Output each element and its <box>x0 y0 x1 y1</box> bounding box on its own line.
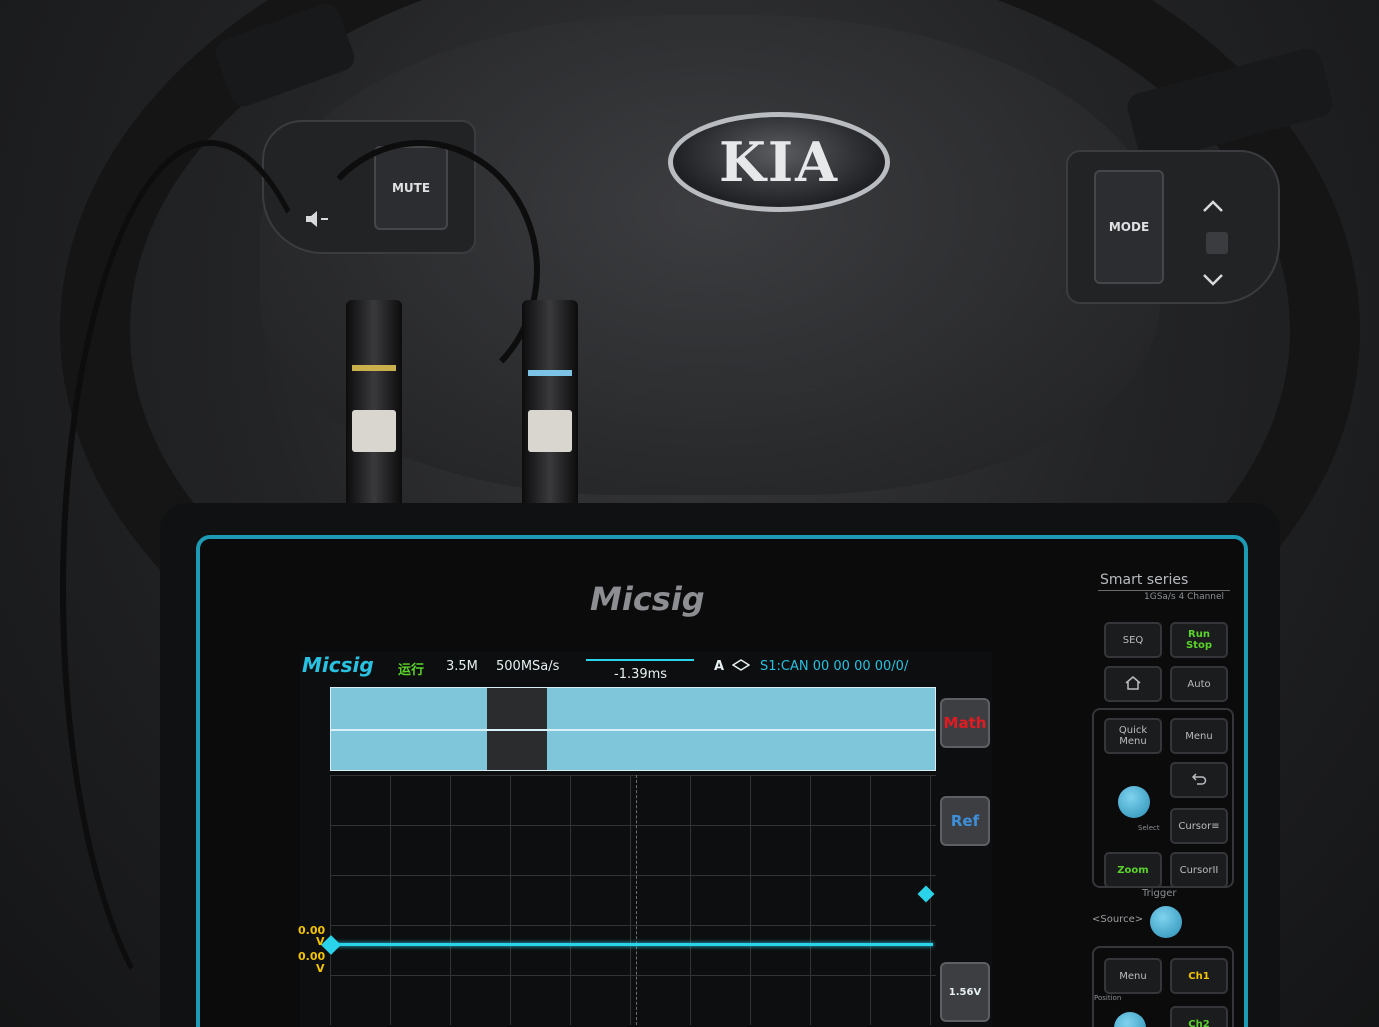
trigger-mode[interactable]: A <box>714 659 724 674</box>
panel-divider <box>1098 590 1230 591</box>
home-icon <box>1125 675 1141 693</box>
panel-title: Smart series <box>1100 572 1189 588</box>
seq-button[interactable]: SEQ <box>1104 622 1162 658</box>
select-knob[interactable] <box>1118 786 1150 818</box>
menu-label: Menu <box>1185 730 1213 742</box>
run-stop-button[interactable]: Run Stop <box>1170 622 1228 658</box>
ch2-button[interactable]: Ch2 <box>1170 1006 1228 1027</box>
trigger-level-knob[interactable] <box>1150 906 1182 938</box>
back-arrow-icon <box>1191 772 1207 789</box>
chevron-up-icon[interactable] <box>1202 198 1224 217</box>
ch1-label: Ch1 <box>1188 970 1210 982</box>
decode-readout[interactable]: S1:CAN 00 00 00 00/0/ <box>760 659 908 674</box>
time-offset[interactable]: -1.39ms <box>614 667 667 682</box>
channel-menu-label: Menu <box>1119 970 1147 982</box>
zoom-label: Zoom <box>1117 864 1149 876</box>
stop-label: Stop <box>1185 640 1212 651</box>
probe-band-yellow <box>352 365 396 371</box>
channel-scale-button[interactable]: 1.56V <box>940 962 990 1022</box>
seek-rocker[interactable] <box>1206 232 1228 254</box>
probe-label <box>352 410 396 452</box>
probe-left <box>346 300 402 510</box>
kia-badge: KIA <box>668 112 890 212</box>
quick-menu-label: Quick Menu <box>1118 725 1148 747</box>
ch1-button[interactable]: Ch1 <box>1170 958 1228 994</box>
position-label: Position <box>1094 994 1122 1002</box>
chevron-down-icon[interactable] <box>1202 272 1224 291</box>
photo-scene: KIA AIRBAG MUTE MODE Micsig Micsig 运行 3.… <box>0 0 1379 1027</box>
trigger-edge-icon <box>731 659 751 675</box>
panel-subtitle: 1GSa/s 4 Channel <box>1144 592 1225 602</box>
probe-cable-right <box>300 140 540 400</box>
select-label: Select <box>1138 824 1160 832</box>
channel-scale-value: 1.56V <box>948 986 982 998</box>
channel-menu-button[interactable]: Menu <box>1104 958 1162 994</box>
math-label: Math <box>943 714 987 732</box>
screenshot-button[interactable] <box>1104 666 1162 702</box>
zoom-button[interactable]: Zoom <box>1104 852 1162 888</box>
memory-depth[interactable]: 3.5M <box>446 659 478 674</box>
auto-label: Auto <box>1187 678 1211 690</box>
run-state[interactable]: 运行 <box>398 659 424 678</box>
waveform-overview[interactable] <box>330 687 936 771</box>
airbag-text: AIRBAG <box>720 372 821 397</box>
kia-logo-text: KIA <box>718 130 840 194</box>
cursor-vertical-button[interactable]: CursorII <box>1170 852 1228 888</box>
overview-trace <box>331 729 935 731</box>
screen-logo: Micsig <box>302 653 374 677</box>
cursor-horizontal-label: Cursor≡ <box>1178 820 1220 832</box>
control-panel: Smart series 1GSa/s 4 Channel SEQ Run St… <box>1088 562 1238 1027</box>
right-control-pad: MODE <box>1066 150 1280 304</box>
ch2-label: Ch2 <box>1188 1018 1210 1027</box>
probe-label <box>528 410 572 452</box>
scope-grid[interactable] <box>330 775 936 1025</box>
cursor-horizontal-button[interactable]: Cursor≡ <box>1170 808 1228 844</box>
ch-offset-unit-2: V <box>316 962 325 975</box>
channel-trace <box>330 943 933 946</box>
menu-button[interactable]: Menu <box>1170 718 1228 754</box>
source-label: <Source> <box>1092 914 1144 925</box>
run-label: Run <box>1188 629 1210 640</box>
timebase-indicator <box>586 659 694 661</box>
auto-button[interactable]: Auto <box>1170 666 1228 702</box>
center-line <box>636 775 638 1025</box>
probe-band-blue <box>528 370 572 376</box>
quick-menu-button[interactable]: Quick Menu <box>1104 718 1162 754</box>
ch-offset-unit: V <box>316 935 325 948</box>
cursor-vertical-label: CursorII <box>1179 864 1219 876</box>
sample-rate[interactable]: 500MSa/s <box>496 659 559 674</box>
device-brand: Micsig <box>590 580 705 618</box>
mode-label: MODE <box>1108 220 1150 234</box>
trigger-label: Trigger <box>1142 888 1177 899</box>
back-button[interactable] <box>1170 762 1228 798</box>
mode-button[interactable]: MODE <box>1094 170 1164 284</box>
status-bar: Micsig 运行 3.5M 500MSa/s -1.39ms A S1:CAN… <box>302 653 992 685</box>
ref-label: Ref <box>950 812 980 830</box>
math-button[interactable]: Math <box>940 698 990 748</box>
ref-button[interactable]: Ref <box>940 796 990 846</box>
probe-right <box>522 300 578 510</box>
seq-label: SEQ <box>1122 634 1144 646</box>
